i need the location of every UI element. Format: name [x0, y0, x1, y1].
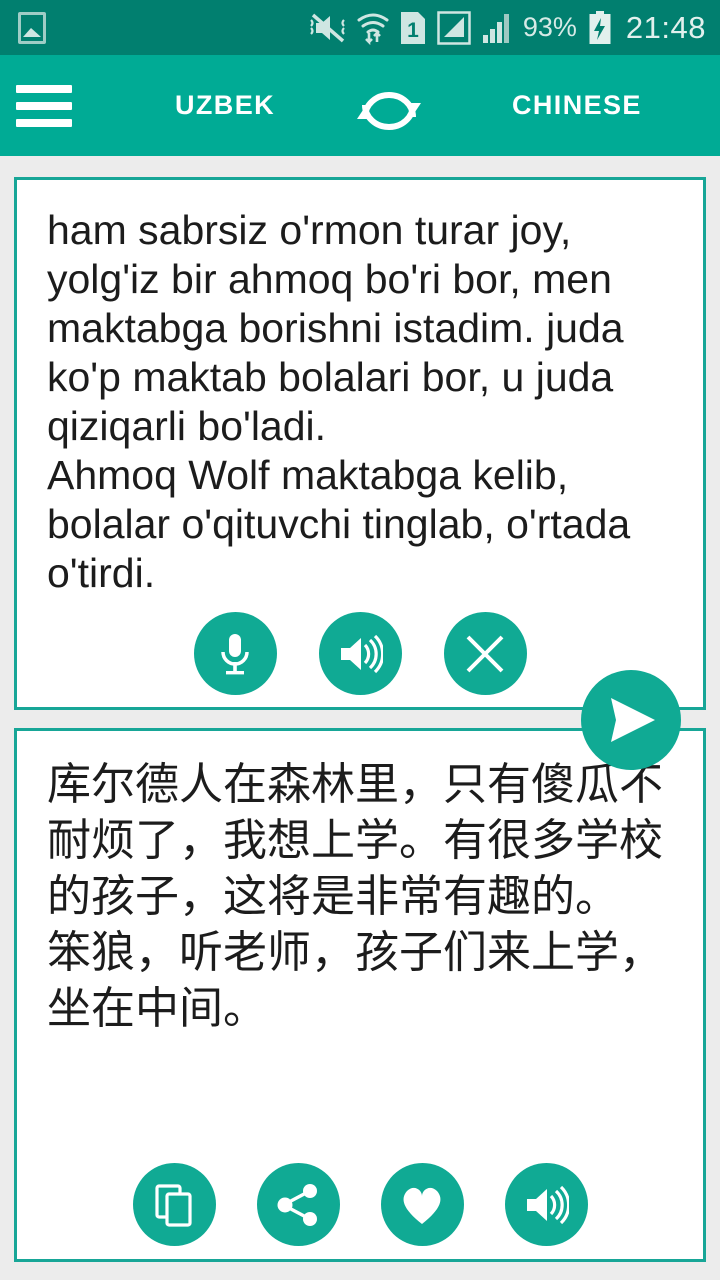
mute-vibrate-icon: [310, 11, 346, 45]
speak-target-button[interactable]: [504, 1163, 588, 1246]
status-bar-right: 1 93% 21:48: [310, 10, 706, 46]
svg-text:1: 1: [407, 19, 419, 42]
hamburger-line: [16, 118, 72, 127]
speaker-icon: [341, 634, 383, 673]
signal-bars-boxed-icon: [437, 10, 471, 45]
translate-send-button[interactable]: [581, 670, 681, 770]
gallery-icon: [18, 11, 46, 44]
send-icon: [611, 698, 655, 742]
target-text-card[interactable]: 库尔德人在森林里，只有傻瓜不耐烦了，我想上学。有很多学校的孩子，这将是非常有趣的…: [14, 728, 706, 1262]
hamburger-line: [16, 84, 72, 93]
swap-languages-button[interactable]: [352, 83, 426, 139]
battery-charging-icon: [588, 10, 612, 45]
source-text[interactable]: ham sabrsiz o'rmon turar joy, yolg'iz bi…: [17, 180, 703, 598]
share-button[interactable]: [256, 1163, 340, 1246]
target-text: 库尔德人在森林里，只有傻瓜不耐烦了，我想上学。有很多学校的孩子，这将是非常有趣的…: [47, 760, 663, 1033]
clock-label: 21:48: [625, 9, 706, 45]
microphone-icon: [221, 633, 249, 674]
target-action-row: [17, 1163, 703, 1246]
clear-text-button[interactable]: [443, 612, 527, 695]
share-icon: [277, 1183, 317, 1226]
swap-languages-icon: [357, 92, 421, 130]
status-bar-left: [18, 11, 46, 44]
microphone-button[interactable]: [193, 612, 277, 695]
wifi-transfer-icon: [357, 11, 389, 45]
app-bar: UZBEK CHINESE: [0, 55, 720, 156]
source-text-card[interactable]: ham sabrsiz o'rmon turar joy, yolg'iz bi…: [14, 177, 706, 710]
hamburger-menu-icon[interactable]: [16, 84, 72, 127]
speak-source-button[interactable]: [318, 612, 402, 695]
copy-icon: [155, 1183, 192, 1227]
target-language-button[interactable]: CHINESE: [512, 90, 642, 121]
copy-button[interactable]: [132, 1163, 216, 1246]
heart-icon: [403, 1187, 441, 1224]
hamburger-line: [16, 101, 72, 110]
speaker-icon: [527, 1185, 569, 1224]
source-language-button[interactable]: UZBEK: [175, 90, 275, 121]
signal-bars-icon: [482, 11, 512, 45]
favorite-button[interactable]: [380, 1163, 464, 1246]
sim-1-icon: 1: [400, 11, 426, 45]
battery-percent-label: 93%: [522, 12, 577, 42]
status-bar: 1 93% 21:48: [0, 0, 720, 55]
close-icon: [466, 635, 504, 672]
